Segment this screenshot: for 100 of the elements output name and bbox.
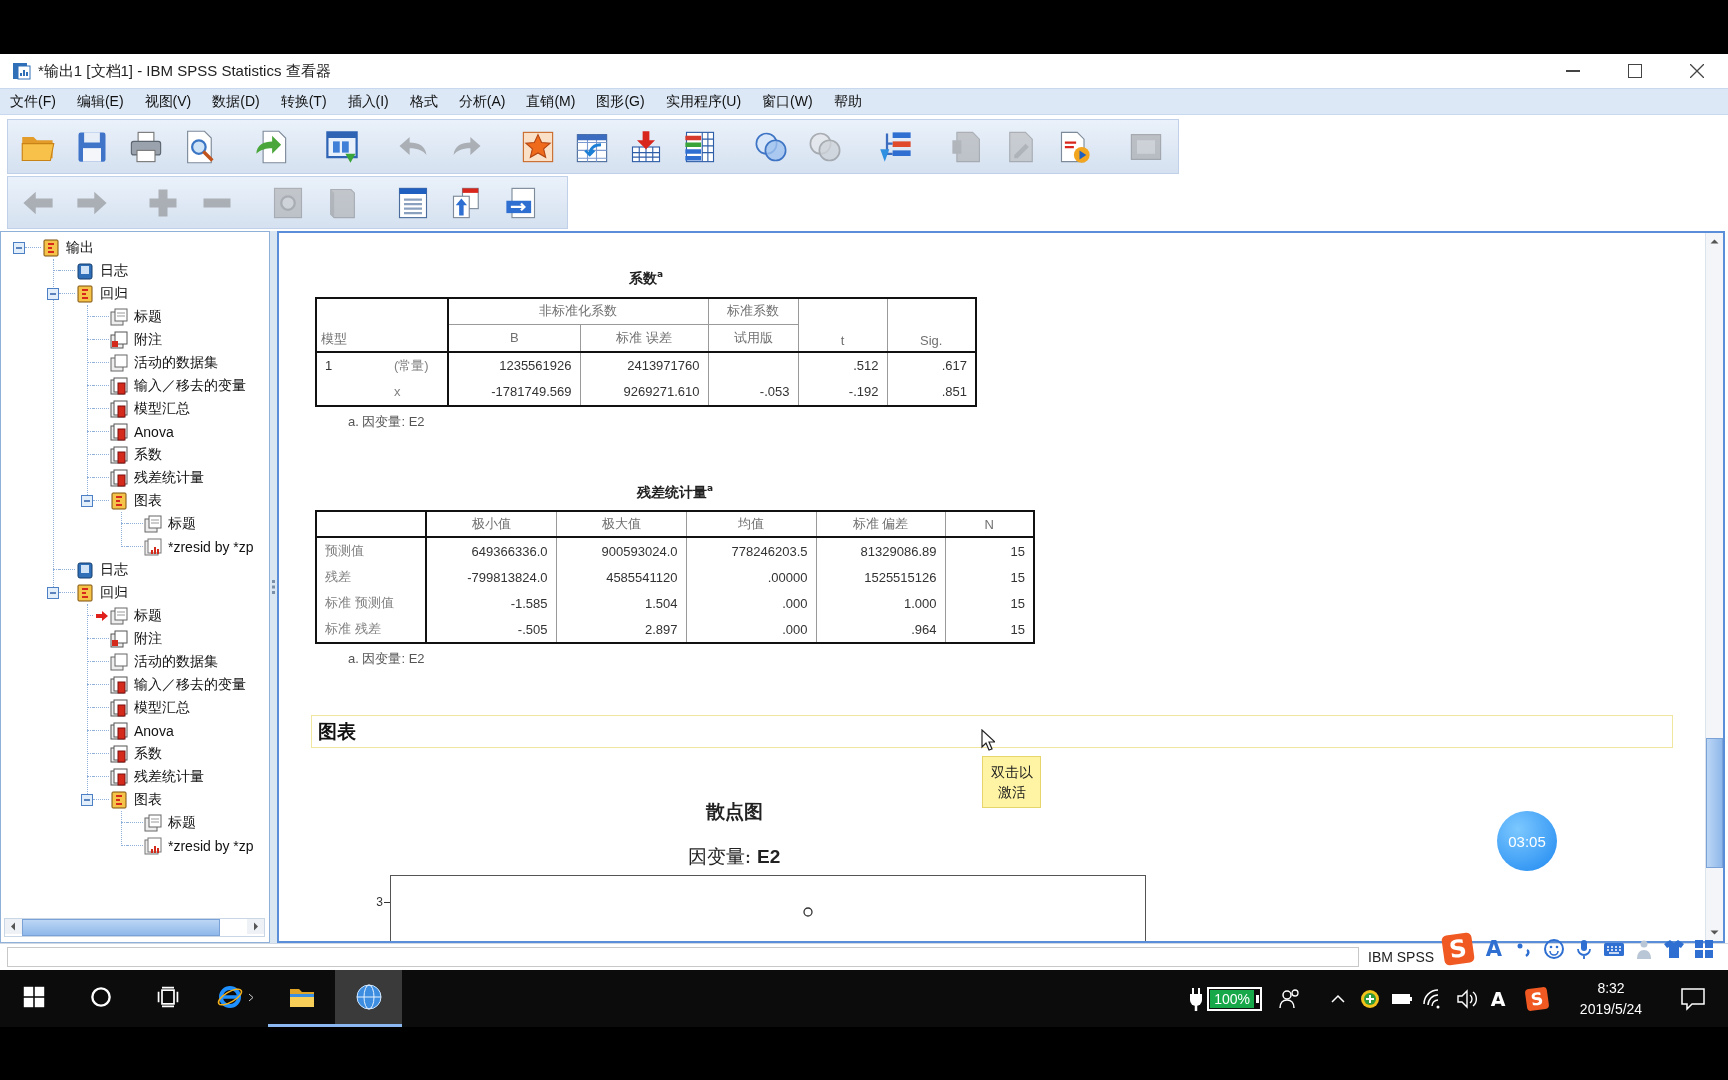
column-header: 标准系数 bbox=[708, 297, 798, 325]
outline-item[interactable]: 标题 bbox=[168, 813, 196, 832]
menu-item[interactable]: 视图(V) bbox=[134, 90, 202, 113]
row-label: 预测值 bbox=[325, 543, 364, 559]
horizontal-scrollbar[interactable] bbox=[4, 918, 265, 937]
menu-item[interactable]: 帮助 bbox=[823, 90, 872, 113]
shirt-icon[interactable] bbox=[1663, 938, 1685, 960]
page-table-icon bbox=[110, 376, 128, 395]
outline-item[interactable]: 回归 bbox=[100, 284, 128, 303]
window-title: *输出1 [文档1] - IBM SPSS Statistics 查看器 bbox=[38, 61, 332, 81]
page-table-icon bbox=[110, 468, 128, 487]
outline-item[interactable]: 系数 bbox=[134, 445, 162, 464]
outline-item[interactable]: Anova bbox=[134, 722, 174, 739]
collapse-icon[interactable] bbox=[47, 287, 59, 300]
start-icon bbox=[22, 986, 45, 1008]
outline-item[interactable]: *zresid by *zp bbox=[168, 837, 254, 854]
outline-item[interactable]: 模型汇总 bbox=[134, 399, 190, 418]
task-view-icon bbox=[155, 985, 180, 1009]
collapse-icon[interactable] bbox=[81, 793, 93, 806]
table-cell: -.505 bbox=[517, 621, 548, 637]
globe-app-icon bbox=[354, 983, 383, 1011]
y-axis-tick: 3 bbox=[376, 895, 390, 910]
table-cell: 649366336.0 bbox=[471, 543, 548, 559]
table-cell: 1235561926 bbox=[499, 358, 572, 374]
menu-item[interactable]: 图形(G) bbox=[586, 90, 655, 113]
menu-item[interactable]: 编辑(E) bbox=[66, 90, 134, 113]
notebook-icon bbox=[76, 560, 94, 579]
collapse-icon[interactable] bbox=[47, 586, 59, 599]
menu-item[interactable]: 分析(A) bbox=[448, 90, 516, 113]
collapse-icon[interactable] bbox=[81, 494, 93, 507]
ime-mode[interactable]: A bbox=[1483, 937, 1505, 961]
table-title: 系数$^{a}$ bbox=[628, 268, 664, 287]
outline-item[interactable]: 活动的数据集 bbox=[134, 353, 218, 372]
outline-item[interactable]: 附注 bbox=[134, 629, 162, 648]
outline-item[interactable]: 残差统计量 bbox=[134, 767, 204, 786]
menu-item[interactable]: 窗口(W) bbox=[752, 90, 823, 113]
table-cell: .851 bbox=[941, 384, 967, 400]
menu-item[interactable]: 数据(D) bbox=[202, 90, 270, 113]
outline-item[interactable]: 回归 bbox=[100, 583, 128, 602]
outline-item[interactable]: 标题 bbox=[134, 307, 162, 326]
table-cell: -.053 bbox=[759, 384, 790, 400]
menu-item[interactable]: 直销(M) bbox=[516, 90, 586, 113]
plug-icon bbox=[1189, 986, 1204, 1011]
table-cell: 778246203.5 bbox=[731, 543, 808, 559]
page-arrow-icon[interactable] bbox=[253, 128, 289, 165]
outline-item[interactable]: 模型汇总 bbox=[134, 698, 190, 717]
outline-item[interactable]: 图表 bbox=[134, 491, 162, 510]
table-cell: 15 bbox=[1010, 621, 1025, 637]
window-arrow-icon[interactable] bbox=[324, 128, 360, 165]
table-cell: -1.585 bbox=[510, 595, 548, 611]
vertical-scrollbar[interactable] bbox=[1705, 233, 1723, 941]
outline-item[interactable]: 图表 bbox=[134, 790, 162, 809]
column-group-header: 非标准化系数 bbox=[448, 297, 708, 325]
taskbar-app-button[interactable] bbox=[335, 970, 402, 1027]
outline-item[interactable]: 残差统计量 bbox=[134, 468, 204, 487]
outline-item[interactable]: 输出 bbox=[66, 238, 94, 257]
menu-item[interactable]: 文件(F) bbox=[0, 90, 66, 113]
table-cell: 900593024.0 bbox=[601, 543, 678, 559]
outline-item[interactable]: 活动的数据集 bbox=[134, 652, 218, 671]
chart-subtitle: 因变量: E2 bbox=[687, 844, 781, 870]
outline-item[interactable]: Anova bbox=[134, 423, 174, 440]
page-chart-icon bbox=[144, 537, 162, 556]
page-table-icon bbox=[110, 422, 128, 441]
battery-percent: 100% bbox=[1210, 989, 1254, 1008]
outline-item[interactable]: 附注 bbox=[134, 330, 162, 349]
grid-icon[interactable] bbox=[1693, 938, 1715, 960]
stacked-pages-icon bbox=[110, 629, 128, 648]
section-heading: 图表 bbox=[311, 715, 1673, 749]
menu-item[interactable]: 转换(T) bbox=[270, 90, 337, 113]
smiley-icon[interactable] bbox=[1543, 938, 1565, 960]
scroll-right-icon[interactable] bbox=[247, 919, 264, 934]
status-text: IBM SPSS bbox=[1367, 948, 1436, 966]
table-cell: 81329086.89 bbox=[860, 543, 937, 559]
collapse-icon[interactable] bbox=[13, 241, 25, 254]
scroll-left-icon[interactable] bbox=[5, 919, 22, 934]
outline-item[interactable]: 系数 bbox=[134, 744, 162, 763]
data-point bbox=[803, 907, 813, 917]
outline-item[interactable]: *zresid by *zp bbox=[168, 538, 254, 555]
clock-time[interactable]: 8:32 bbox=[1597, 977, 1625, 999]
menu-item[interactable]: 格式 bbox=[399, 90, 448, 113]
notification-icon[interactable] bbox=[1680, 986, 1706, 1011]
input-mode-indicator[interactable]: A bbox=[1482, 987, 1514, 1010]
outline-item[interactable]: 日志 bbox=[100, 560, 128, 579]
menu-item[interactable]: 实用程序(U) bbox=[655, 90, 752, 113]
table-cell: 4585541120 bbox=[606, 569, 678, 585]
outline-item[interactable]: 输入／移去的变量 bbox=[134, 675, 246, 694]
menu-item[interactable]: 插入(I) bbox=[337, 90, 399, 113]
table-cell: .000 bbox=[782, 595, 808, 611]
table-cell: 1.000 bbox=[903, 595, 937, 611]
row-label: 残差 bbox=[325, 569, 351, 585]
outline-item[interactable]: 日志 bbox=[100, 261, 128, 280]
outline-item[interactable]: 标题 bbox=[134, 606, 162, 625]
outline-item[interactable]: 标题 bbox=[168, 514, 196, 533]
browser-icon bbox=[215, 983, 244, 1011]
table-cell: -.192 bbox=[848, 384, 879, 400]
outline-item[interactable]: 输入／移去的变量 bbox=[134, 376, 246, 395]
scrollbar-thumb[interactable] bbox=[1706, 738, 1723, 868]
scrollbar-thumb[interactable] bbox=[22, 919, 220, 936]
row-label: (常量) bbox=[394, 357, 429, 373]
clock-date[interactable]: 2019/5/24 bbox=[1579, 998, 1643, 1020]
